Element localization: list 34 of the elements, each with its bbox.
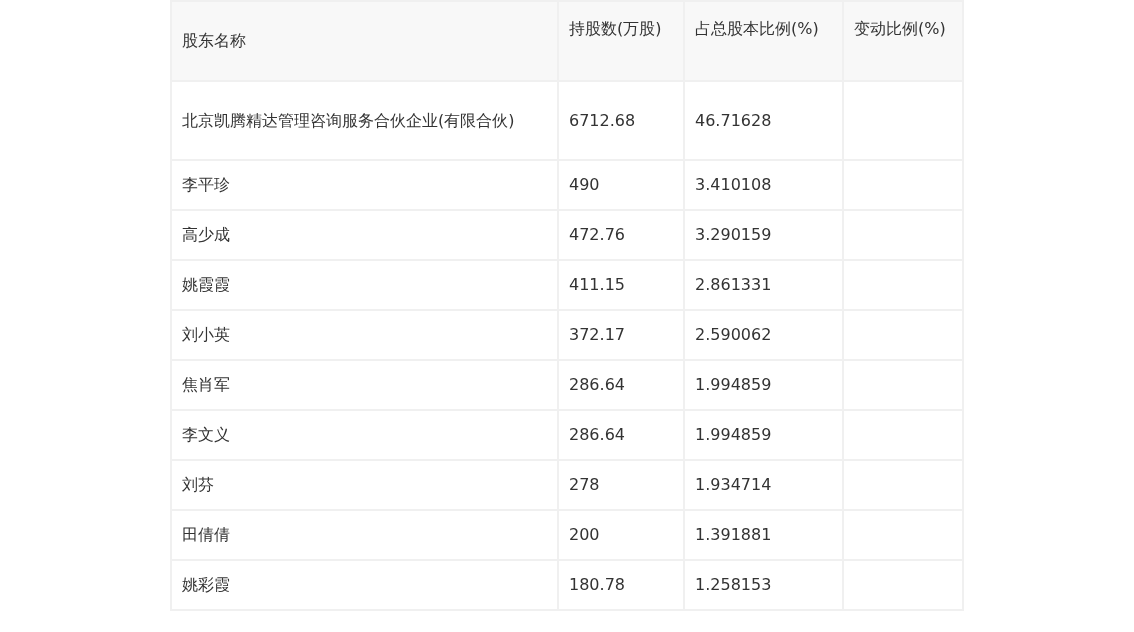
- table-cell: 1.258153: [684, 560, 843, 610]
- table-cell: 1.994859: [684, 410, 843, 460]
- table-cell: 李平珍: [171, 160, 558, 210]
- table-cell: 刘小英: [171, 310, 558, 360]
- column-header: 股东名称: [171, 1, 558, 81]
- table-cell: 200: [558, 510, 684, 560]
- table-cell: 高少成: [171, 210, 558, 260]
- table-cell: 180.78: [558, 560, 684, 610]
- table-cell: 278: [558, 460, 684, 510]
- table-cell: 6712.68: [558, 81, 684, 160]
- table-cell: 286.64: [558, 410, 684, 460]
- table-cell: 田倩倩: [171, 510, 558, 560]
- table-cell: 姚霞霞: [171, 260, 558, 310]
- table-cell: 1.934714: [684, 460, 843, 510]
- table-cell: 472.76: [558, 210, 684, 260]
- table-cell: 焦肖军: [171, 360, 558, 410]
- column-header: 持股数(万股): [558, 1, 684, 81]
- column-header: 变动比例(%): [843, 1, 963, 81]
- column-header: 占总股本比例(%): [684, 1, 843, 81]
- table-cell: 2.590062: [684, 310, 843, 360]
- table-cell: 2.861331: [684, 260, 843, 310]
- table-cell: 46.71628: [684, 81, 843, 160]
- table-cell: 1.994859: [684, 360, 843, 410]
- table-cell: 372.17: [558, 310, 684, 360]
- table-cell: 3.290159: [684, 210, 843, 260]
- table-cell: 刘芬: [171, 460, 558, 510]
- table-cell: 286.64: [558, 360, 684, 410]
- table-cell: 1.391881: [684, 510, 843, 560]
- table-cell: 北京凯腾精达管理咨询服务合伙企业(有限合伙): [171, 81, 558, 160]
- table-cell: 490: [558, 160, 684, 210]
- table-cell: 3.410108: [684, 160, 843, 210]
- table-cell: 李文义: [171, 410, 558, 460]
- table-cell: 411.15: [558, 260, 684, 310]
- table-cell: 姚彩霞: [171, 560, 558, 610]
